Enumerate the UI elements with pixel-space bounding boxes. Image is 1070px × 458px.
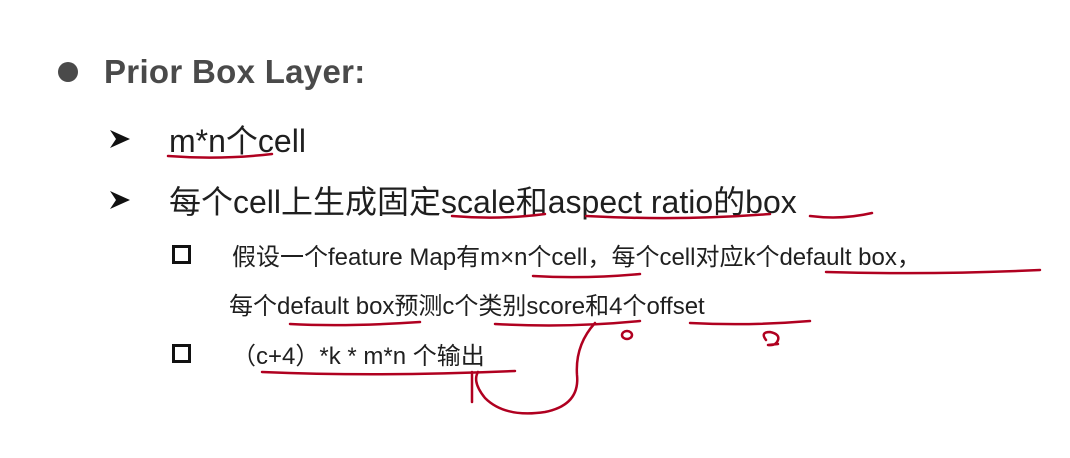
- arrow-bullet-icon: [108, 188, 132, 212]
- bullet-dot-icon: [58, 62, 78, 82]
- sub-item-2-text: （c+4）*k * m*n 个输出: [232, 343, 485, 370]
- heading-row: Prior Box Layer:: [58, 53, 366, 91]
- slide: Prior Box Layer: m*n个cell 每个cell上生成固定sca…: [0, 0, 1070, 458]
- bullet-item-1-text: m*n个cell: [169, 123, 306, 159]
- sub-item-1-line2: 每个default box预测c个类别score和4个offset: [229, 293, 705, 320]
- bullet-item-1: m*n个cell: [108, 116, 306, 162]
- underline-default-box: [288, 320, 422, 327]
- slide-heading: Prior Box Layer:: [104, 53, 366, 90]
- square-bullet-icon: [172, 245, 191, 264]
- circle-mark-1: [620, 329, 634, 341]
- bullet-item-2-text: 每个cell上生成固定scale和aspect ratio的box: [169, 184, 797, 220]
- sub-item-1: 假设一个feature Map有m×n个cell，每个cell对应k个defau…: [172, 237, 921, 272]
- arrow-bullet-icon: [108, 127, 132, 151]
- underline-box: [808, 211, 874, 219]
- circle-mark-2: [762, 330, 780, 347]
- sub-item-1-line1: 假设一个feature Map有m×n个cell，每个cell对应k个defau…: [232, 244, 921, 271]
- sub-item-2: （c+4）*k * m*n 个输出: [172, 336, 485, 371]
- bullet-item-2: 每个cell上生成固定scale和aspect ratio的box: [108, 177, 797, 223]
- underline-4-offset: [688, 319, 812, 326]
- underline-mxn-cell: [531, 272, 642, 279]
- underline-c-score: [493, 319, 642, 327]
- underline-output-expr: [260, 369, 517, 376]
- square-bullet-icon: [172, 344, 191, 363]
- curve-arrow: [470, 321, 597, 415]
